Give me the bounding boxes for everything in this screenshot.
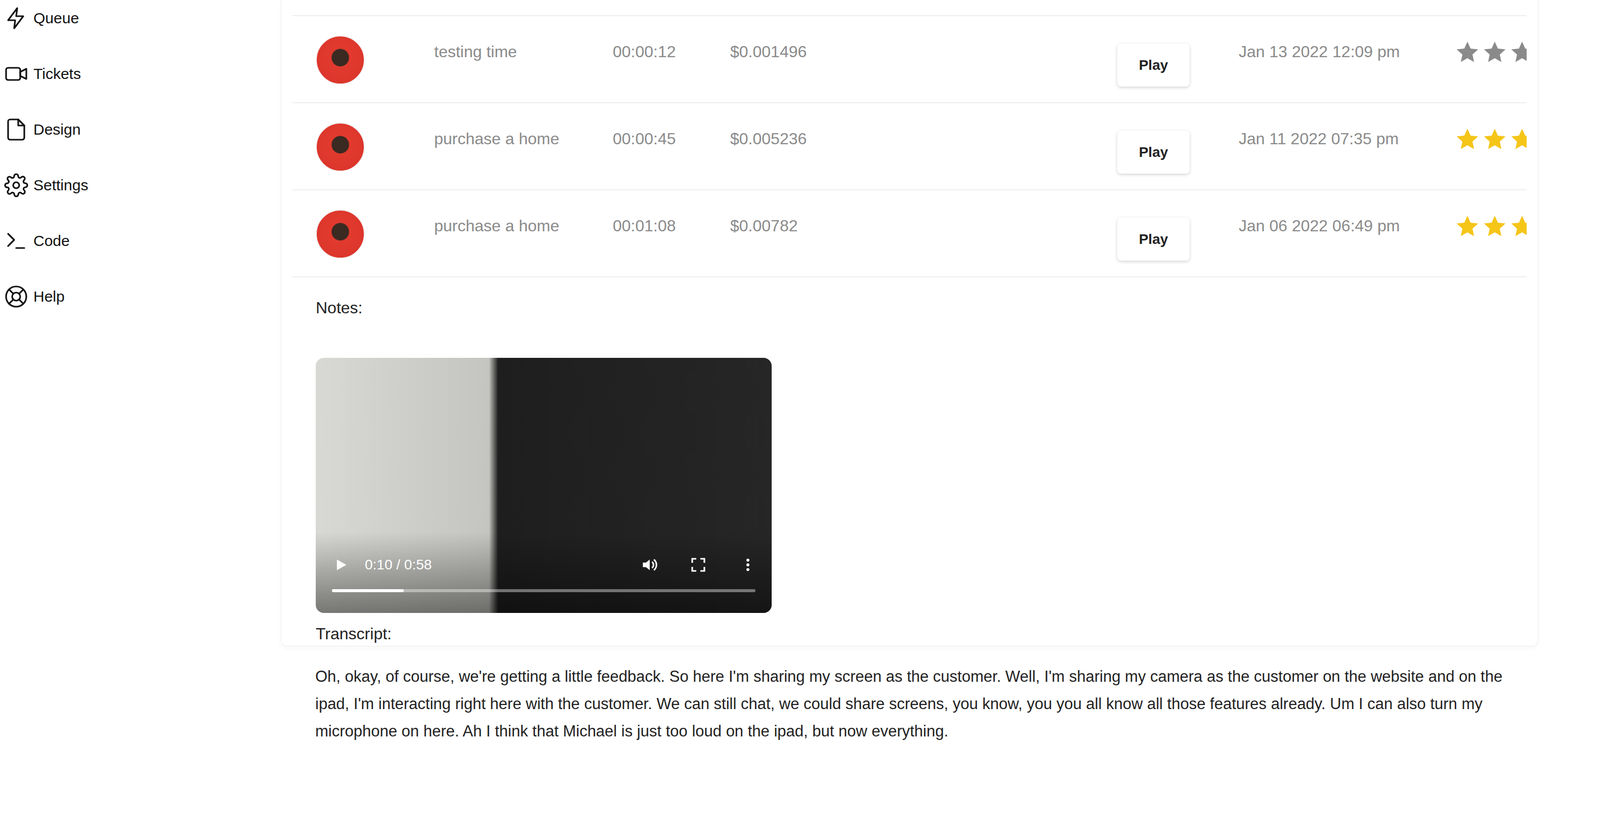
video-camera-icon [4,61,29,87]
star-rating[interactable] [1454,16,1527,103]
play-button[interactable]: Play [1117,43,1190,87]
star-icon[interactable] [1482,213,1508,239]
avatar [315,122,365,172]
progress-track[interactable] [331,588,756,593]
sidebar-item[interactable]: Tickets [0,61,281,87]
play-icon[interactable] [333,557,349,572]
life-buoy-icon [4,284,29,309]
star-icon[interactable] [1482,39,1508,65]
volume-icon[interactable] [640,555,659,574]
sidebar-item[interactable]: Code [0,228,281,254]
video-player[interactable]: 0:10 / 0:58 [315,357,772,613]
play-button[interactable]: Play [1117,217,1190,261]
sidebar-item[interactable]: Settings [0,173,281,198]
notes-label: Notes: [315,297,1538,318]
star-icon[interactable] [1509,126,1527,152]
star-rating[interactable] [1454,103,1527,190]
star-rating[interactable] [1454,190,1527,277]
star-icon[interactable] [1454,126,1481,152]
star-icon[interactable] [1454,39,1481,65]
table-row: purchase a home00:01:08$0.00782PlayJan 0… [292,190,1527,278]
sidebar: Queue Tickets Design Settings Code Help [0,0,281,824]
gear-icon [4,173,29,198]
more-icon[interactable] [739,556,756,573]
progress-fill [331,588,404,593]
transcript-text: Oh, okay, of course, we're getting a lit… [315,662,1530,745]
table-row: testing time00:00:12$0.001496PlayJan 13 … [292,16,1527,104]
avatar [315,35,365,85]
bolt-icon [4,6,29,31]
fullscreen-icon[interactable] [690,556,707,573]
star-icon[interactable] [1454,213,1481,239]
avatar [315,209,365,259]
tickets-card: testing time00:00:12$0.001496PlayJan 13 … [280,0,1539,647]
sidebar-item[interactable]: Help [0,284,281,309]
play-button[interactable]: Play [1117,130,1190,174]
file-icon [4,117,29,142]
transcript-label: Transcript: [315,623,1538,644]
terminal-icon [4,228,29,254]
sidebar-item[interactable]: Queue [0,6,281,31]
star-icon[interactable] [1509,39,1527,65]
star-icon[interactable] [1509,213,1527,239]
star-icon[interactable] [1482,126,1508,152]
sidebar-item[interactable]: Design [0,117,281,142]
table-row: purchase a home00:00:45$0.005236PlayJan … [292,103,1527,191]
